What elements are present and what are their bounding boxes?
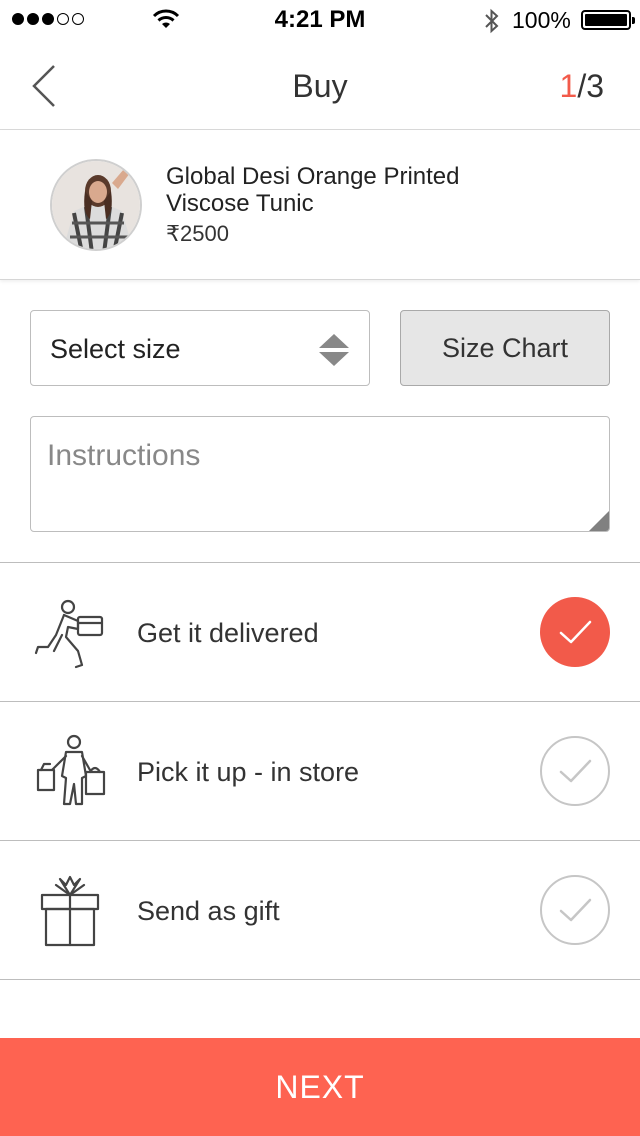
product-thumbnail bbox=[50, 159, 142, 251]
option-pickup-check[interactable] bbox=[540, 736, 610, 806]
bluetooth-icon bbox=[485, 8, 499, 34]
option-gift-check[interactable] bbox=[540, 875, 610, 945]
product-name: Global Desi Orange Printed Viscose Tunic bbox=[166, 163, 460, 217]
checkmark-icon bbox=[559, 759, 592, 783]
page-title: Buy bbox=[292, 68, 348, 104]
step-current: 1 bbox=[559, 68, 578, 104]
option-delivery-check[interactable] bbox=[540, 597, 610, 667]
nav-bar: Buy 1/3 bbox=[0, 40, 640, 130]
battery-icon bbox=[581, 10, 635, 30]
step-total: /3 bbox=[577, 68, 604, 104]
option-gift-label: Send as gift bbox=[137, 896, 280, 926]
size-select[interactable]: Select size bbox=[30, 310, 370, 386]
product-card: Global Desi Orange Printed Viscose Tunic… bbox=[0, 130, 640, 280]
size-chart-button[interactable]: Size Chart bbox=[400, 310, 610, 386]
battery-percent: 100% bbox=[512, 7, 571, 33]
option-delivery[interactable]: Get it delivered bbox=[0, 562, 640, 701]
option-pickup-label: Pick it up - in store bbox=[137, 757, 360, 787]
up-down-arrows-icon bbox=[319, 334, 349, 366]
product-price: ₹2500 bbox=[166, 221, 229, 246]
status-bar: 4:21 PM 100% bbox=[0, 0, 640, 40]
delivery-person-icon bbox=[34, 599, 104, 669]
option-delivery-label: Get it delivered bbox=[137, 618, 319, 648]
gift-box-icon bbox=[40, 875, 100, 947]
option-gift[interactable]: Send as gift bbox=[0, 840, 640, 980]
resize-grip-icon[interactable] bbox=[589, 511, 609, 531]
shopper-with-bags-icon bbox=[36, 734, 106, 806]
checkmark-icon bbox=[559, 898, 592, 922]
step-indicator: 1/3 bbox=[560, 68, 604, 105]
option-pickup[interactable]: Pick it up - in store bbox=[0, 701, 640, 840]
instructions-field[interactable]: Instructions bbox=[30, 416, 610, 532]
next-button[interactable]: NEXT bbox=[0, 1038, 640, 1136]
checkmark-icon bbox=[559, 620, 592, 644]
instructions-placeholder: Instructions bbox=[47, 439, 201, 472]
size-select-label: Select size bbox=[50, 334, 181, 364]
